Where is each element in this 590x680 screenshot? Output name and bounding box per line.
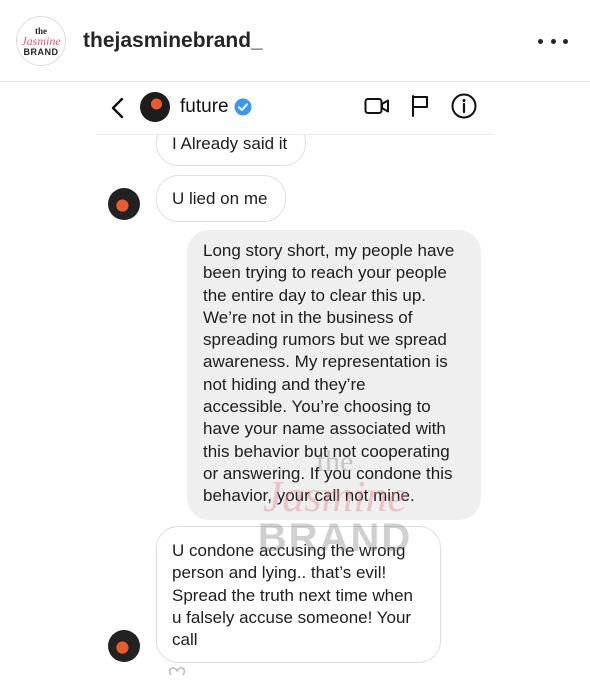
- message-line: not hiding and they’re: [203, 374, 366, 394]
- message-bubble-incoming[interactable]: U lied on me: [156, 175, 286, 222]
- message-line: Spread the truth next time when: [172, 585, 413, 605]
- message-line: We’re not in the business of: [203, 307, 413, 327]
- sender-avatar: [108, 630, 140, 662]
- info-icon[interactable]: [451, 93, 477, 119]
- message-line: accessible. You’re choosing to: [203, 397, 431, 417]
- message-line: u falsely accuse someone! Your: [172, 607, 412, 627]
- message-text: I Already said it: [172, 134, 288, 153]
- message-line: U condone accusing the wrong: [172, 541, 406, 560]
- verified-badge-icon: [234, 98, 252, 116]
- avatar-text-brand: BRAND: [23, 47, 59, 57]
- message-line: have your name associated with: [203, 419, 446, 439]
- message-line: been trying to reach your people: [203, 263, 447, 283]
- message-line: spreading rumors but we spread: [203, 330, 447, 350]
- message-line: awareness. My representation is: [203, 352, 448, 372]
- more-horizontal-icon[interactable]: [538, 36, 568, 46]
- heart-reaction-icon[interactable]: [168, 666, 190, 676]
- message-bubble-outgoing[interactable]: Long story short, my people have been tr…: [187, 230, 481, 520]
- brand-avatar[interactable]: the Jasmine BRAND: [16, 16, 66, 66]
- message-line: or answering. If you condone this: [203, 463, 453, 483]
- dm-screenshot: future I Already said it U lied on me Lo…: [96, 84, 494, 680]
- message-line: the entire day to clear this up.: [203, 285, 427, 305]
- sender-avatar: [108, 188, 140, 220]
- message-line: person and lying.. that’s evil!: [172, 563, 387, 583]
- flag-icon[interactable]: [410, 94, 430, 118]
- message-line: this behavior but not cooperating: [203, 441, 450, 461]
- contact-name[interactable]: future: [180, 96, 229, 118]
- message-line: call: [172, 630, 198, 650]
- message-text: U lied on me: [172, 189, 268, 208]
- contact-avatar[interactable]: [140, 92, 170, 122]
- message-line: behavior, your call not mine.: [203, 486, 415, 506]
- dm-header: future: [96, 84, 494, 135]
- post-username[interactable]: thejasminebrand_: [83, 29, 263, 53]
- message-bubble-incoming[interactable]: U condone accusing the wrong person and …: [156, 526, 441, 663]
- back-icon[interactable]: [108, 96, 128, 120]
- video-call-icon[interactable]: [364, 96, 390, 116]
- message-line: Long story short, my people have: [203, 241, 455, 260]
- post-header: the Jasmine BRAND thejasminebrand_: [0, 0, 590, 82]
